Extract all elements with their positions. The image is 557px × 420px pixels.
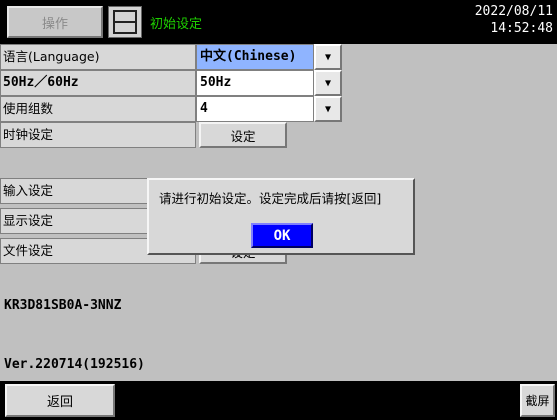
clock-setting-button[interactable]: 设定 [199,122,287,148]
header-bar: 操作 初始设定 2022/08/11 14:52:48 [0,0,557,44]
model-number: KR3D81SB0A-3NNZ [4,298,122,313]
page-title: 初始设定 [150,17,203,32]
screenshot-button[interactable]: 截屏 [520,384,555,417]
time-text: 14:52:48 [490,21,553,36]
date-text: 2022/08/11 [474,4,553,19]
groups-select[interactable]: 4 [196,96,314,122]
language-dropdown-button[interactable]: ▼ [314,44,342,70]
main-screen: 操作 初始设定 2022/08/11 14:52:48 语言(Language)… [0,0,557,420]
language-label: 语言(Language) [0,44,196,70]
ok-button[interactable]: OK [251,223,313,248]
groups-label: 使用组数 [0,96,196,122]
screen-toggle-icon[interactable] [108,6,142,38]
language-select[interactable]: 中文(Chinese) [196,44,314,70]
back-button[interactable]: 返回 [5,384,115,417]
groups-dropdown-button[interactable]: ▼ [314,96,342,122]
triangle-down-icon: ▼ [324,103,332,115]
operate-button[interactable]: 操作 [7,6,103,38]
clock-label: 时钟设定 [0,122,196,148]
datetime-display: 2022/08/11 14:52:48 [475,3,553,37]
frequency-label: 50Hz／60Hz [0,70,196,96]
frequency-select[interactable]: 50Hz [196,70,314,96]
version-text: Ver.220714(192516) [4,357,145,372]
triangle-down-icon: ▼ [324,51,332,63]
triangle-down-icon: ▼ [324,77,332,89]
frequency-dropdown-button[interactable]: ▼ [314,70,342,96]
footer-bar: 返回 截屏 [0,381,557,420]
init-setting-dialog: 请进行初始设定。设定完成后请按[返回] OK [147,178,415,255]
dialog-message: 请进行初始设定。设定完成后请按[返回] [159,191,382,206]
